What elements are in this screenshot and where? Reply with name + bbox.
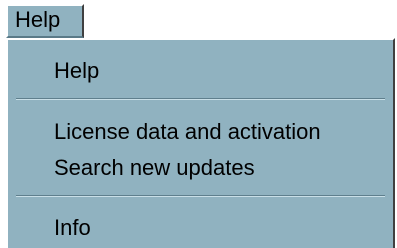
- menubar-help-button[interactable]: Help: [6, 4, 84, 38]
- menu-item-search-new-updates[interactable]: Search new updates: [54, 154, 255, 182]
- menu-screenshot: Help Help License data and activation Se…: [0, 0, 397, 248]
- menu-separator: [16, 98, 385, 100]
- help-dropdown-menu: Help License data and activation Search …: [6, 38, 395, 248]
- menu-separator: [16, 195, 385, 197]
- menu-item-info[interactable]: Info: [54, 214, 91, 242]
- menu-item-license-data-and-activation[interactable]: License data and activation: [54, 118, 321, 146]
- menu-item-help[interactable]: Help: [54, 57, 99, 85]
